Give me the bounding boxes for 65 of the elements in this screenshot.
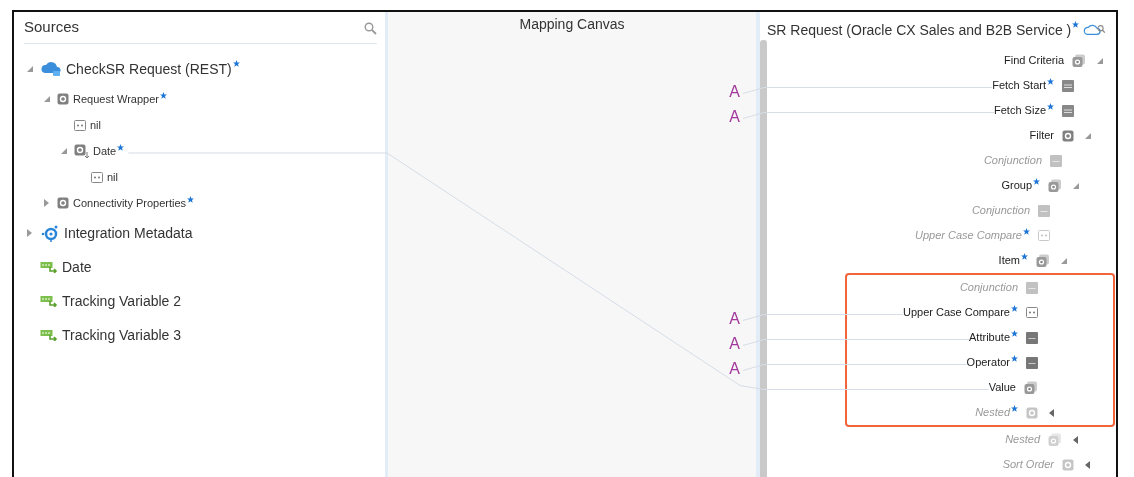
tree-item-label[interactable]: Date [62, 256, 92, 278]
collapse-icon[interactable] [60, 147, 68, 155]
text-type-icon [1038, 204, 1050, 217]
text-type-icon [1026, 331, 1038, 344]
function-marker[interactable]: A [729, 360, 740, 377]
variable-icon [40, 329, 58, 341]
tree-item-label[interactable]: Tracking Variable 2 [62, 290, 182, 312]
variable-icon [40, 261, 58, 273]
scrollbar[interactable] [760, 40, 767, 477]
collapse-icon[interactable] [1060, 256, 1068, 265]
variable-icon [40, 295, 58, 307]
tree-item-label[interactable]: nil [90, 116, 101, 134]
text-type-icon [1026, 281, 1038, 294]
function-marker[interactable]: A [729, 310, 740, 327]
tree-item-label[interactable]: CheckSR Request (REST) [66, 58, 240, 80]
object-stack-icon [1048, 178, 1062, 193]
object-icon [57, 197, 69, 209]
expand-icon[interactable] [1048, 408, 1056, 417]
text-type-icon [1050, 154, 1062, 167]
field-label[interactable]: Filter [1029, 127, 1054, 144]
field-icon [1026, 307, 1038, 318]
expand-icon[interactable] [43, 199, 51, 207]
field-label[interactable]: Find Criteria [1004, 52, 1064, 69]
number-icon [1062, 104, 1074, 117]
collapse-icon[interactable] [1096, 56, 1104, 65]
expand-icon[interactable] [26, 229, 34, 237]
tree-item-label[interactable]: Request Wrapper [73, 90, 167, 108]
object-icon [1062, 458, 1074, 471]
cloud-search-icon [1083, 22, 1106, 38]
canvas-title: Mapping Canvas [519, 15, 625, 32]
field-icon [74, 119, 86, 131]
tree-item-label[interactable]: Integration Metadata [64, 222, 193, 244]
field-icon [91, 171, 103, 183]
object-stack-icon [1036, 253, 1050, 268]
number-icon [1062, 79, 1074, 92]
collapse-icon[interactable] [1072, 181, 1080, 190]
object-stack-icon [1024, 380, 1038, 395]
object-stack-icon [1048, 432, 1062, 447]
object-icon [57, 93, 69, 105]
target-title: SR Request (Oracle CX Sales and B2B Service ) [767, 19, 1080, 41]
function-marker[interactable]: A [729, 335, 740, 352]
function-marker[interactable]: A [729, 83, 740, 100]
tree-item-label[interactable]: nil [107, 168, 118, 186]
text-type-icon [1026, 356, 1038, 369]
collapse-icon[interactable] [1084, 131, 1092, 140]
field-label[interactable]: Group [1001, 177, 1040, 194]
object-icon [1026, 406, 1038, 419]
field-label[interactable]: Value [988, 379, 1016, 396]
field-label[interactable]: Operator [966, 354, 1018, 371]
panel-title: Sources [24, 17, 80, 38]
collapse-icon[interactable] [26, 65, 34, 73]
object-icon [1062, 129, 1074, 142]
field-label[interactable]: Upper Case Compare [903, 304, 1018, 321]
tree-item-label[interactable]: Tracking Variable 3 [62, 324, 182, 346]
object-arrow-icon [74, 143, 89, 159]
function-marker[interactable]: A [729, 108, 740, 125]
field-icon [1038, 230, 1050, 241]
search-icon[interactable] [364, 21, 377, 35]
cloud-icon [40, 61, 62, 77]
tree-item-label[interactable]: Connectivity Properties [73, 194, 195, 212]
expand-icon[interactable] [1072, 435, 1080, 444]
object-stack-icon [1072, 53, 1086, 68]
collapse-icon[interactable] [43, 95, 51, 103]
expand-icon[interactable] [1084, 460, 1092, 469]
network-icon [40, 224, 60, 242]
